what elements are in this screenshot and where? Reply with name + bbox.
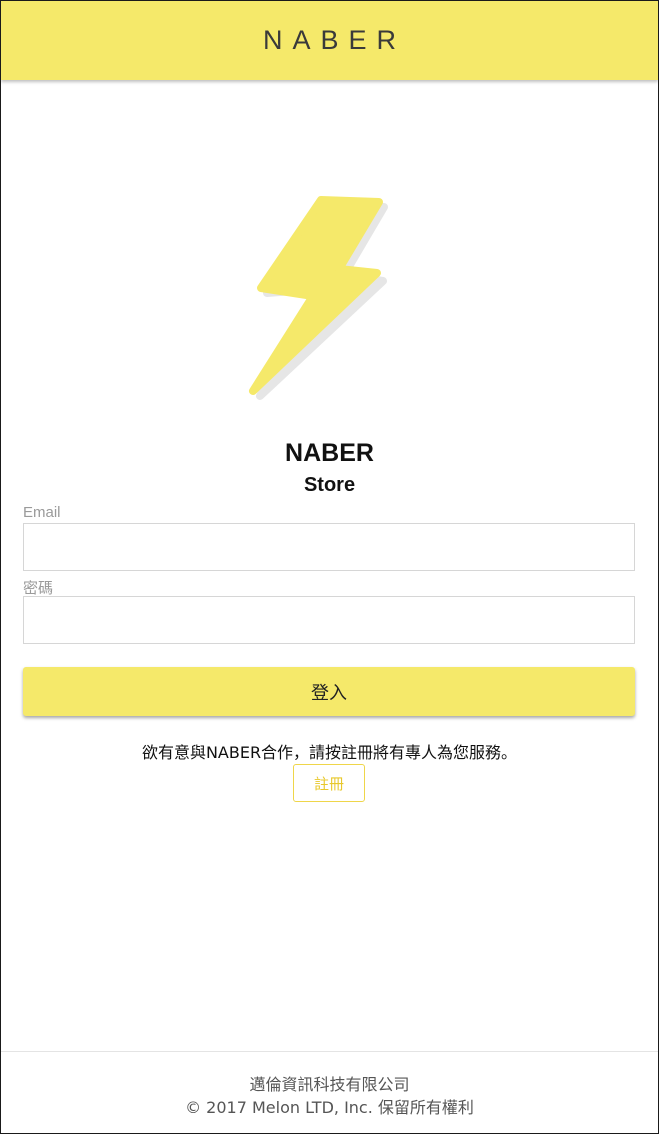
register-button[interactable]: 註冊	[293, 764, 365, 802]
brand-name: NABER	[285, 439, 374, 467]
email-field[interactable]	[23, 523, 635, 571]
app-title: NABER	[262, 25, 407, 55]
password-field[interactable]	[23, 596, 635, 644]
login-button[interactable]: 登入	[23, 667, 635, 716]
brand-subtitle: Store	[303, 474, 356, 496]
email-label: Email	[23, 504, 61, 521]
footer-copyright: © 2017 Melon LTD, Inc. 保留所有權利	[185, 1098, 474, 1117]
top-bar: NABER	[1, 1, 658, 80]
footer-divider	[1, 1051, 658, 1052]
app-frame: NABER NABER Store Email 密碼 登入 欲有意與NABER合…	[0, 0, 659, 1134]
password-label: 密碼	[23, 580, 54, 597]
signup-prompt: 欲有意與NABER合作，請按註冊將有專人為您服務。	[141, 743, 518, 762]
lightning-bolt-icon	[241, 193, 391, 403]
footer-company: 邁倫資訊科技有限公司	[249, 1075, 410, 1094]
